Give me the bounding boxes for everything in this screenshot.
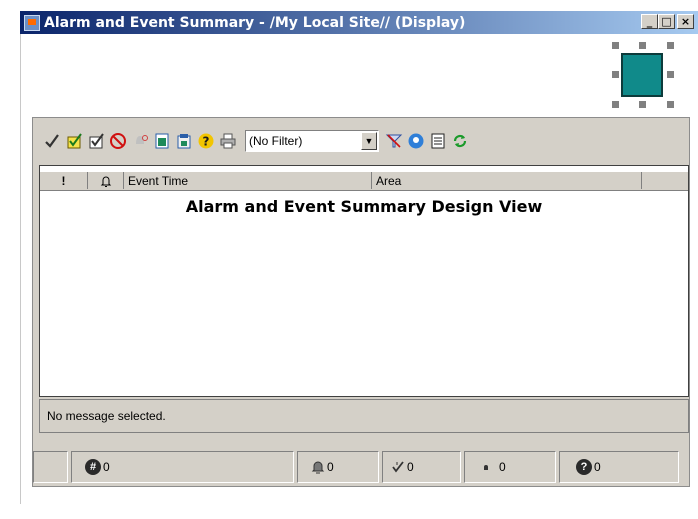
selection-handle[interactable] [612,42,619,49]
refresh-icon[interactable] [449,130,471,152]
question-icon: ? [576,459,592,475]
minimize-icon: _ [646,15,653,28]
status-acknowledged: 0 [382,451,461,483]
status-help: ? 0 [559,451,679,483]
selected-display-object[interactable] [612,42,674,108]
selection-handle[interactable] [667,71,674,78]
grid-header: ! Event Time Area [40,172,688,191]
maximize-button[interactable]: □ [658,14,675,29]
minimize-button[interactable]: _ [641,14,658,29]
message-bar: No message selected. [39,399,689,433]
help-icon[interactable]: ? [195,130,217,152]
design-view-label: Alarm and Event Summary Design View [185,197,543,216]
column-header-event-time[interactable]: Event Time [124,172,372,189]
status-total-count: 0 [103,460,110,474]
status-priority: 0 [464,451,556,483]
silence-icon[interactable] [107,130,129,152]
window-left-border [20,34,21,504]
maximize-icon: □ [661,15,672,28]
alarm-event-summary-panel: ? (No Filter) ▼ ! Event Time Area Alarm … [32,117,690,487]
toolbar: ? (No Filter) ▼ [41,128,471,154]
small-bell-icon [481,462,491,472]
bell-icon [100,176,111,187]
window-controls: _ □ × [641,14,694,29]
selection-handle[interactable] [639,42,646,49]
selection-handle[interactable] [612,71,619,78]
status-help-count: 0 [594,460,601,474]
acknowledge-all-icon[interactable] [85,130,107,152]
status-blank [33,451,68,483]
column-header-alarm-state[interactable] [88,172,124,189]
window-title: Alarm and Event Summary - /My Local Site… [44,14,466,31]
chevron-down-icon[interactable]: ▼ [361,132,377,150]
find-icon[interactable] [405,130,427,152]
filter-select[interactable]: (No Filter) ▼ [245,130,379,152]
selection-handle[interactable] [667,101,674,108]
acknowledged-check-icon [391,460,405,474]
column-header-area[interactable]: Area [372,172,642,189]
status-total: # 0 [71,451,294,483]
shelve-icon[interactable] [129,130,151,152]
status-priority-count: 0 [499,460,506,474]
print-icon[interactable] [217,130,239,152]
column-header-priority[interactable]: ! [40,172,88,189]
status-acknowledged-count: 0 [407,460,414,474]
status-alarms: 0 [297,451,379,483]
status-alarm-count: 0 [327,460,334,474]
teal-square-object[interactable] [621,53,663,97]
selection-handle[interactable] [639,101,646,108]
properties-icon[interactable] [173,130,195,152]
hash-icon: # [85,459,101,475]
details-icon[interactable] [151,130,173,152]
report-icon[interactable] [427,130,449,152]
svg-text:?: ? [203,135,210,149]
column-header-filler [642,172,688,189]
filter-icon[interactable] [383,130,405,152]
title-bar[interactable]: Alarm and Event Summary - /My Local Site… [20,11,698,34]
close-button[interactable]: × [677,14,694,29]
close-icon: × [680,15,691,28]
alarm-event-grid[interactable]: ! Event Time Area Alarm and Event Summar… [39,165,689,397]
acknowledge-page-icon[interactable] [63,130,85,152]
filter-value: (No Filter) [249,134,303,148]
acknowledge-check-icon[interactable] [41,130,63,152]
bell-icon [311,460,325,474]
app-icon [24,14,40,31]
status-bar: # 0 0 0 0 ? 0 [33,448,689,486]
selection-handle[interactable] [612,101,619,108]
selection-handle[interactable] [667,42,674,49]
